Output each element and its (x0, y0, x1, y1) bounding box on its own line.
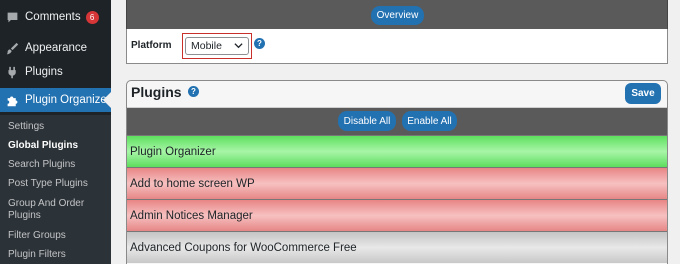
plugin-row-admin-notices-manager[interactable]: Admin Notices Manager (127, 199, 667, 231)
plugin-name: Admin Notices Manager (130, 209, 253, 222)
plugin-name: Advanced Coupons for WooCommerce Free (130, 241, 357, 254)
submenu-search-plugins[interactable]: Search Plugins (8, 159, 108, 171)
paintbrush-icon (5, 41, 19, 55)
platform-select-highlight: Mobile (182, 33, 252, 59)
menu-item-appearance[interactable]: Appearance (0, 36, 111, 60)
platform-select-value: Mobile (191, 40, 222, 52)
puzzle-icon (5, 93, 19, 107)
plugin-row-advanced-coupons[interactable]: Advanced Coupons for WooCommerce Free (127, 231, 667, 263)
plugins-panel: Plugins ? Save Disable All Enable All Pl… (126, 80, 668, 264)
plugin-icon (5, 65, 19, 79)
submenu-global-plugins[interactable]: Global Plugins (8, 140, 108, 152)
menu-label-plugin-organizer: Plugin Organizer (25, 94, 111, 106)
chevron-down-icon (234, 43, 243, 49)
platform-select[interactable]: Mobile (185, 37, 249, 55)
comment-icon (5, 10, 19, 24)
active-menu-arrow (103, 92, 111, 108)
plugin-name: Plugin Organizer (130, 145, 216, 158)
plugin-row-add-to-home-screen-wp[interactable]: Add to home screen WP (127, 167, 667, 199)
platform-row: Platform Mobile ? (126, 29, 668, 64)
menu-label-appearance: Appearance (25, 42, 88, 54)
plugins-title: Plugins (131, 84, 182, 100)
enable-all-button[interactable]: Enable All (402, 111, 457, 131)
menu-label-plugins: Plugins (25, 66, 63, 78)
plugin-name: Add to home screen WP (130, 177, 255, 190)
save-button[interactable]: Save (625, 83, 661, 104)
disable-all-button[interactable]: Disable All (338, 111, 396, 131)
platform-help-icon[interactable]: ? (254, 38, 265, 49)
submenu-filter-groups[interactable]: Filter Groups (8, 230, 108, 242)
menu-item-plugins[interactable]: Plugins (0, 60, 111, 84)
menu-label-comments: Comments (25, 11, 81, 23)
menu-item-plugin-organizer[interactable]: Plugin Organizer (0, 88, 111, 112)
plugins-help-icon[interactable]: ? (188, 86, 199, 97)
submenu-plugin-filters[interactable]: Plugin Filters (8, 249, 108, 261)
submenu-settings[interactable]: Settings (8, 121, 108, 133)
platform-label: Platform (131, 40, 172, 51)
overview-button[interactable]: Overview (371, 6, 424, 25)
menu-item-comments[interactable]: Comments 6 (0, 5, 111, 29)
submenu-group-and-order-plugins[interactable]: Group And Order Plugins (8, 198, 94, 222)
plugin-organizer-submenu: Settings Global Plugins Search Plugins P… (0, 115, 111, 264)
admin-sidebar: Comments 6 Appearance Plugins Plugin Org… (0, 0, 111, 264)
bulk-actions-bar: Disable All Enable All (127, 108, 667, 135)
comments-count-badge: 6 (85, 10, 99, 24)
plugin-row-plugin-organizer[interactable]: Plugin Organizer (127, 135, 667, 167)
submenu-post-type-plugins[interactable]: Post Type Plugins (8, 178, 108, 190)
overview-band: Overview (126, 0, 668, 29)
